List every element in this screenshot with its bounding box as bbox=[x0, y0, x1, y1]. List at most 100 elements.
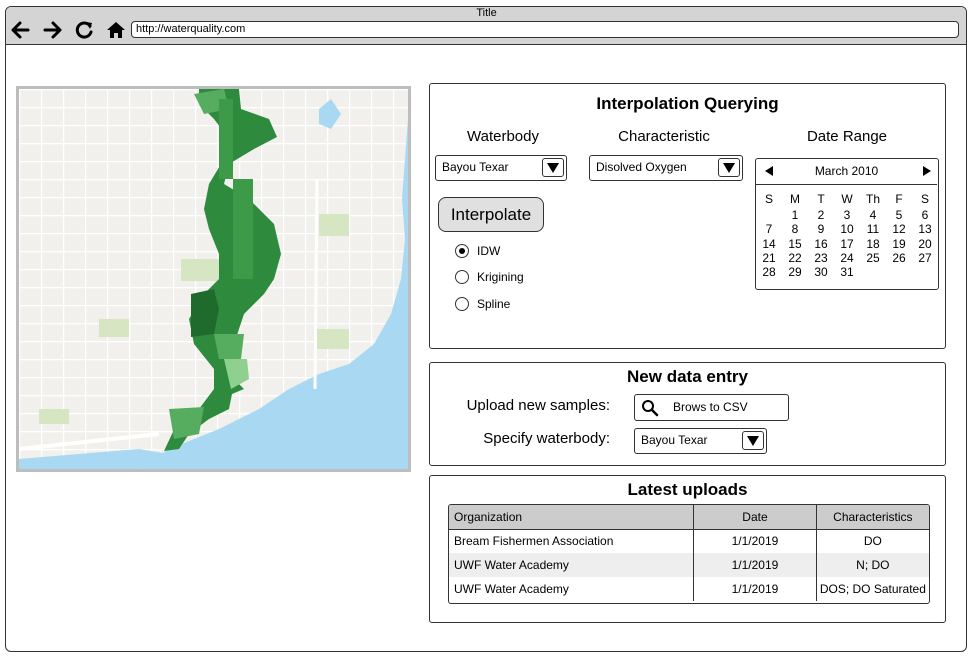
waterbody-select-value: Bayou Texar bbox=[442, 160, 509, 174]
cell-organization: UWF Water Academy bbox=[449, 553, 695, 577]
interpolate-button[interactable]: Interpolate bbox=[438, 197, 544, 232]
calendar-day[interactable]: 26 bbox=[886, 251, 912, 265]
calendar-day[interactable]: 27 bbox=[912, 251, 938, 265]
refresh-icon[interactable] bbox=[73, 19, 95, 41]
calendar-day[interactable]: 8 bbox=[782, 222, 808, 236]
cell-organization: Bream Fishermen Association bbox=[449, 529, 695, 553]
calendar-weekday: T bbox=[817, 192, 825, 206]
cell-organization: UWF Water Academy bbox=[449, 577, 695, 601]
home-icon[interactable] bbox=[105, 19, 127, 41]
calendar-day[interactable]: 23 bbox=[808, 251, 834, 265]
calendar-day[interactable]: 20 bbox=[912, 237, 938, 251]
entry-waterbody-select[interactable]: Bayou Texar bbox=[634, 428, 767, 454]
calendar-weekday: S bbox=[920, 192, 929, 206]
calendar-header: March 2010 bbox=[756, 159, 937, 185]
new-data-entry-title: New data entry bbox=[627, 367, 748, 386]
calendar-day[interactable]: 30 bbox=[808, 265, 834, 279]
calendar-next-icon[interactable] bbox=[921, 165, 933, 177]
calendar-day[interactable]: 18 bbox=[860, 237, 886, 251]
table-row[interactable]: UWF Water Academy 1/1/2019 DOS; DO Satur… bbox=[449, 577, 929, 601]
calendar-day bbox=[756, 208, 782, 222]
date-range-calendar[interactable]: March 2010 S M T W Th F S 1 2 3 4 5 6 7 8 9 10 11 12 13 14 1… bbox=[755, 158, 939, 290]
column-header-characteristics[interactable]: Characteristics bbox=[816, 505, 929, 530]
calendar-month: March 2010 bbox=[814, 164, 879, 178]
waterbody-label: Waterbody bbox=[467, 128, 539, 145]
calendar-weekdays: S M T W Th F S bbox=[756, 192, 937, 206]
back-arrow-icon[interactable] bbox=[9, 19, 31, 41]
cell-characteristics: N; DO bbox=[816, 553, 929, 577]
date-range-label: Date Range bbox=[806, 128, 888, 145]
calendar-day[interactable]: 17 bbox=[834, 237, 860, 251]
calendar-day[interactable]: 29 bbox=[782, 265, 808, 279]
calendar-day[interactable]: 5 bbox=[886, 208, 912, 222]
calendar-day[interactable]: 28 bbox=[756, 265, 782, 279]
method-radio-kriging[interactable]: Krigining bbox=[455, 270, 524, 284]
specify-waterbody-label: Specify waterbody: bbox=[483, 430, 610, 447]
calendar-days: 1 2 3 4 5 6 7 8 9 10 11 12 13 14 15 16 17 18 19 20 21 22 23 24 2… bbox=[756, 208, 937, 279]
table-row[interactable]: UWF Water Academy 1/1/2019 N; DO bbox=[449, 553, 929, 577]
cell-date: 1/1/2019 bbox=[693, 529, 817, 553]
method-radio-spline[interactable]: Spline bbox=[455, 297, 510, 311]
browse-csv-button[interactable]: Brows to CSV bbox=[634, 394, 789, 421]
calendar-weekday: Th bbox=[865, 192, 880, 206]
calendar-day[interactable]: 19 bbox=[886, 237, 912, 251]
method-label: Krigining bbox=[477, 270, 524, 284]
calendar-day[interactable]: 10 bbox=[834, 222, 860, 236]
column-header-organization[interactable]: Organization bbox=[449, 505, 695, 530]
dropdown-arrow-icon bbox=[742, 431, 764, 450]
calendar-weekday: F bbox=[895, 192, 903, 206]
calendar-day[interactable]: 2 bbox=[808, 208, 834, 222]
interpolation-title: Interpolation Querying bbox=[596, 94, 779, 113]
water-quality-map[interactable] bbox=[16, 86, 411, 472]
calendar-weekday: M bbox=[790, 192, 800, 206]
dropdown-arrow-icon bbox=[542, 158, 564, 177]
url-input[interactable]: http://waterquality.com bbox=[131, 21, 959, 38]
calendar-day[interactable]: 12 bbox=[886, 222, 912, 236]
cell-date: 1/1/2019 bbox=[693, 577, 817, 601]
entry-waterbody-value: Bayou Texar bbox=[641, 433, 708, 447]
window-title: Title bbox=[476, 7, 497, 19]
calendar-weekday: W bbox=[841, 192, 853, 206]
table-header-row: Organization Date Characteristics bbox=[449, 505, 929, 530]
calendar-day[interactable]: 25 bbox=[860, 251, 886, 265]
calendar-day[interactable]: 15 bbox=[782, 237, 808, 251]
calendar-day[interactable]: 7 bbox=[756, 222, 782, 236]
cell-date: 1/1/2019 bbox=[693, 553, 817, 577]
uploads-table: Organization Date Characteristics Bream … bbox=[448, 504, 930, 604]
calendar-day[interactable]: 1 bbox=[782, 208, 808, 222]
calendar-day[interactable]: 24 bbox=[834, 251, 860, 265]
radio-button[interactable] bbox=[455, 244, 469, 258]
characteristic-select-value: Disolved Oxygen bbox=[596, 160, 687, 174]
calendar-day[interactable]: 21 bbox=[756, 251, 782, 265]
characteristic-label: Characteristic bbox=[618, 128, 710, 145]
search-icon bbox=[642, 400, 659, 417]
column-header-date[interactable]: Date bbox=[693, 505, 817, 530]
method-radio-idw[interactable]: IDW bbox=[455, 244, 500, 258]
cell-characteristics: DOS; DO Saturated bbox=[819, 582, 926, 596]
calendar-day[interactable]: 13 bbox=[912, 222, 938, 236]
upload-samples-label: Upload new samples: bbox=[466, 397, 610, 414]
calendar-day[interactable]: 9 bbox=[808, 222, 834, 236]
calendar-weekday: S bbox=[764, 192, 773, 206]
method-label: IDW bbox=[477, 244, 501, 258]
characteristic-select[interactable]: Disolved Oxygen bbox=[589, 155, 743, 181]
calendar-prev-icon[interactable] bbox=[763, 165, 775, 177]
method-label: Spline bbox=[477, 297, 511, 311]
browse-csv-label: Brows to CSV bbox=[673, 400, 748, 414]
calendar-day[interactable]: 4 bbox=[860, 208, 886, 222]
latest-uploads-title: Latest uploads bbox=[627, 480, 748, 499]
calendar-day[interactable]: 11 bbox=[860, 222, 886, 236]
table-row[interactable]: Bream Fishermen Association 1/1/2019 DO bbox=[449, 529, 929, 553]
calendar-day[interactable]: 6 bbox=[912, 208, 938, 222]
radio-button[interactable] bbox=[455, 270, 469, 284]
radio-button[interactable] bbox=[455, 297, 469, 311]
calendar-day[interactable]: 3 bbox=[834, 208, 860, 222]
waterbody-select[interactable]: Bayou Texar bbox=[435, 155, 567, 181]
calendar-day[interactable]: 31 bbox=[834, 265, 860, 279]
forward-arrow-icon[interactable] bbox=[42, 19, 64, 41]
dropdown-arrow-icon bbox=[718, 158, 740, 177]
calendar-day[interactable]: 22 bbox=[782, 251, 808, 265]
cell-characteristics: DO bbox=[863, 534, 882, 549]
calendar-day[interactable]: 16 bbox=[808, 237, 834, 251]
calendar-day[interactable]: 14 bbox=[756, 237, 782, 251]
